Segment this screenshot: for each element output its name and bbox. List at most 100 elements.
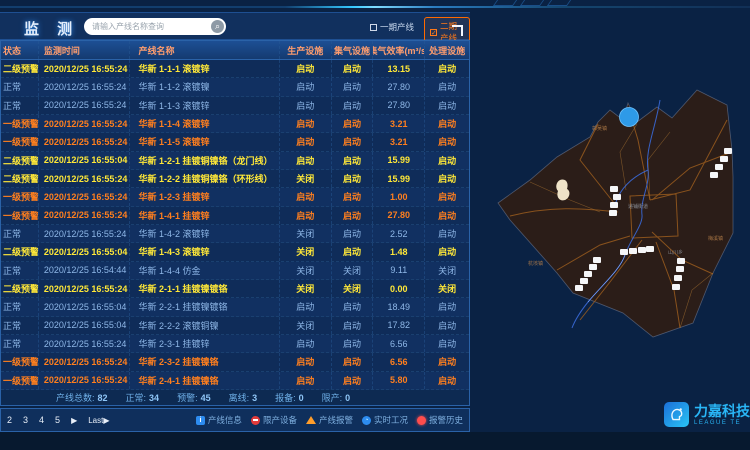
search-icon[interactable]: ⌕ xyxy=(211,20,224,33)
phase1-label: 一期产线 xyxy=(380,21,414,33)
checkbox-unchecked-icon[interactable] xyxy=(370,24,377,31)
row-efficiency: 15.99 xyxy=(373,170,425,187)
row-production-state: 启动 xyxy=(280,115,332,132)
table-row[interactable]: 二级预警 2020/12/25 16:55:04 华新 1-4-3 滚镀锌 关闭… xyxy=(1,243,469,261)
row-treatment-state: 启动 xyxy=(425,207,469,224)
table-row[interactable]: 一级预警 2020/12/25 16:55:24 华新 2-4-1 挂镀镍铬 启… xyxy=(1,372,469,390)
page-number-button[interactable]: 2 xyxy=(7,415,12,425)
corner-bracket-decoration xyxy=(452,25,463,36)
row-production-state: 启动 xyxy=(280,188,332,205)
col-header-status: 状态 xyxy=(1,41,39,59)
legend-bar: i 产线信息 限产设备 产线报警 ◔ 实时工况 报警历史 xyxy=(196,414,463,426)
row-production-state: 关闭 xyxy=(280,225,332,242)
legend-line-info-button[interactable]: i 产线信息 xyxy=(196,414,242,426)
table-row[interactable]: 正常 2020/12/25 16:55:04 华新 2-2-1 挂镀镍镀铬 启动… xyxy=(1,298,469,316)
table-row[interactable]: 一级预警 2020/12/25 16:55:24 华新 1-2-3 挂镀锌 启动… xyxy=(1,188,469,206)
legend-label: 产线信息 xyxy=(208,414,242,426)
table-row[interactable]: 正常 2020/12/25 16:54:44 华新 1-4-4 仿金 关闭 关闭… xyxy=(1,262,469,280)
row-gas-state: 启动 xyxy=(332,298,374,315)
table-row[interactable]: 二级预警 2020/12/25 16:55:24 华新 1-2-2 挂镀铜镍铬（… xyxy=(1,170,469,188)
row-efficiency: 9.11 xyxy=(373,262,425,279)
table-row[interactable]: 正常 2020/12/25 16:55:24 华新 2-3-1 挂镀锌 启动 启… xyxy=(1,335,469,353)
top-deco-tabs xyxy=(495,0,569,6)
pagination-controls: ▶ Last▶ xyxy=(71,416,109,425)
phase1-checkbox[interactable]: 一期产线 xyxy=(370,21,414,33)
legend-label: 报警历史 xyxy=(429,414,463,426)
map-label: 山川乡 xyxy=(668,249,683,256)
row-line-name: 华新 1-4-1 挂镀锌 xyxy=(130,207,279,224)
next-page-button[interactable]: ▶ xyxy=(71,416,77,425)
table-body: 二级预警 2020/12/25 16:55:24 华新 1-1-1 滚镀锌 启动… xyxy=(1,60,469,390)
table-row[interactable]: 正常 2020/12/25 16:55:24 华新 1-1-3 滚镀锌 启动 启… xyxy=(1,97,469,115)
table-row[interactable]: 二级预警 2020/12/25 16:55:04 华新 1-2-1 挂镀铜镍铬（… xyxy=(1,152,469,170)
row-efficiency: 27.80 xyxy=(373,207,425,224)
row-treatment-state: 启动 xyxy=(425,97,469,114)
row-production-state: 关闭 xyxy=(280,262,332,279)
legend-realtime-status-button[interactable]: ◔ 实时工况 xyxy=(362,414,408,426)
row-time: 2020/12/25 16:55:24 xyxy=(39,60,131,77)
row-gas-state: 启动 xyxy=(332,97,374,114)
row-production-state: 关闭 xyxy=(280,317,332,334)
legend-line-alarm-button[interactable]: 产线报警 xyxy=(306,414,353,426)
col-header-line: 产线名称 xyxy=(130,41,279,59)
table-row[interactable]: 正常 2020/12/25 16:55:24 华新 1-1-2 滚镀镍 启动 启… xyxy=(1,78,469,96)
row-time: 2020/12/25 16:55:24 xyxy=(39,115,131,132)
row-efficiency: 27.80 xyxy=(373,97,425,114)
table-row[interactable]: 一级预警 2020/12/25 16:55:24 华新 1-4-1 挂镀锌 启动… xyxy=(1,207,469,225)
page-number-button[interactable]: 4 xyxy=(39,415,44,425)
row-line-name: 华新 2-4-1 挂镀镍铬 xyxy=(130,372,279,389)
page-number-button[interactable]: 3 xyxy=(23,415,28,425)
row-efficiency: 2.52 xyxy=(373,225,425,242)
logo-text: 力嘉科技 LEAGUE TE xyxy=(694,404,750,426)
logo-subtitle: LEAGUE TE xyxy=(694,420,750,426)
row-line-name: 华新 1-1-5 滚镀锌 xyxy=(130,133,279,150)
row-time: 2020/12/25 16:55:24 xyxy=(39,335,131,352)
checkbox-checked-icon[interactable]: ✓ xyxy=(430,29,437,36)
row-production-state: 关闭 xyxy=(280,280,332,297)
table-row[interactable]: 正常 2020/12/25 16:55:24 华新 1-4-2 滚镀锌 关闭 启… xyxy=(1,225,469,243)
table-row[interactable]: 二级预警 2020/12/25 16:55:24 华新 1-1-1 滚镀锌 启动… xyxy=(1,60,469,78)
table-header-row: 状态 监测时间 产线名称 生产设施 集气设施 集气效率(m³/s) 处理设施 xyxy=(1,41,469,60)
page-number-button[interactable]: 5 xyxy=(55,415,60,425)
summary-reported: 报备:0 xyxy=(275,391,304,404)
row-line-name: 华新 1-4-4 仿金 xyxy=(130,262,279,279)
row-treatment-state: 启动 xyxy=(425,243,469,260)
table-row[interactable]: 一级预警 2020/12/25 16:55:24 华新 1-1-5 滚镀锌 启动… xyxy=(1,133,469,151)
row-status: 正常 xyxy=(1,335,39,352)
table-row[interactable]: 一级预警 2020/12/25 16:55:24 华新 1-1-4 滚镀锌 启动… xyxy=(1,115,469,133)
row-line-name: 华新 1-2-3 挂镀锌 xyxy=(130,188,279,205)
row-time: 2020/12/25 16:55:24 xyxy=(39,280,131,297)
header-bar: 监 测 ⌕ 一期产线 ✓ 二期产线 xyxy=(0,12,470,40)
table-row[interactable]: 二级预警 2020/12/25 16:55:24 华新 2-1-1 挂镀镍镀铬 … xyxy=(1,280,469,298)
row-gas-state: 启动 xyxy=(332,243,374,260)
search-input[interactable] xyxy=(92,18,207,35)
table-row[interactable]: 一级预警 2020/12/25 16:55:24 华新 2-3-2 挂镀镍铬 启… xyxy=(1,353,469,371)
summary-warning: 预警:45 xyxy=(177,391,211,404)
row-line-name: 华新 2-2-2 滚镀铜镍 xyxy=(130,317,279,334)
legend-alarm-history-button[interactable]: 报警历史 xyxy=(417,414,463,426)
legend-limited-equipment-button[interactable]: 限产设备 xyxy=(251,414,297,426)
row-status: 正常 xyxy=(1,97,39,114)
row-status: 一级预警 xyxy=(1,133,39,150)
search-box[interactable]: ⌕ xyxy=(84,18,226,35)
row-production-state: 启动 xyxy=(280,152,332,169)
row-gas-state: 关闭 xyxy=(332,262,374,279)
row-treatment-state: 启动 xyxy=(425,317,469,334)
district-map[interactable]: 鄣吴镇 递铺街道 杭垓镇 山川乡 梅溪镇 xyxy=(470,12,750,432)
row-line-name: 华新 2-1-1 挂镀镍镀铬 xyxy=(130,280,279,297)
row-time: 2020/12/25 16:55:04 xyxy=(39,152,131,169)
row-production-state: 启动 xyxy=(280,372,332,389)
summary-total: 产线总数:82 xyxy=(56,391,108,404)
warning-triangle-icon xyxy=(306,416,316,424)
row-line-name: 华新 1-1-2 滚镀镍 xyxy=(130,78,279,95)
row-time: 2020/12/25 16:55:24 xyxy=(39,133,131,150)
logo-name: 力嘉科技 xyxy=(694,404,750,418)
row-efficiency: 3.21 xyxy=(373,133,425,150)
blue-cluster-marker[interactable] xyxy=(620,108,639,127)
row-line-name: 华新 2-2-1 挂镀镍镀铬 xyxy=(130,298,279,315)
last-page-button[interactable]: Last▶ xyxy=(88,416,109,425)
row-efficiency: 27.80 xyxy=(373,78,425,95)
deco-tab xyxy=(547,0,571,6)
row-status: 二级预警 xyxy=(1,152,39,169)
table-row[interactable]: 正常 2020/12/25 16:55:04 华新 2-2-2 滚镀铜镍 关闭 … xyxy=(1,317,469,335)
